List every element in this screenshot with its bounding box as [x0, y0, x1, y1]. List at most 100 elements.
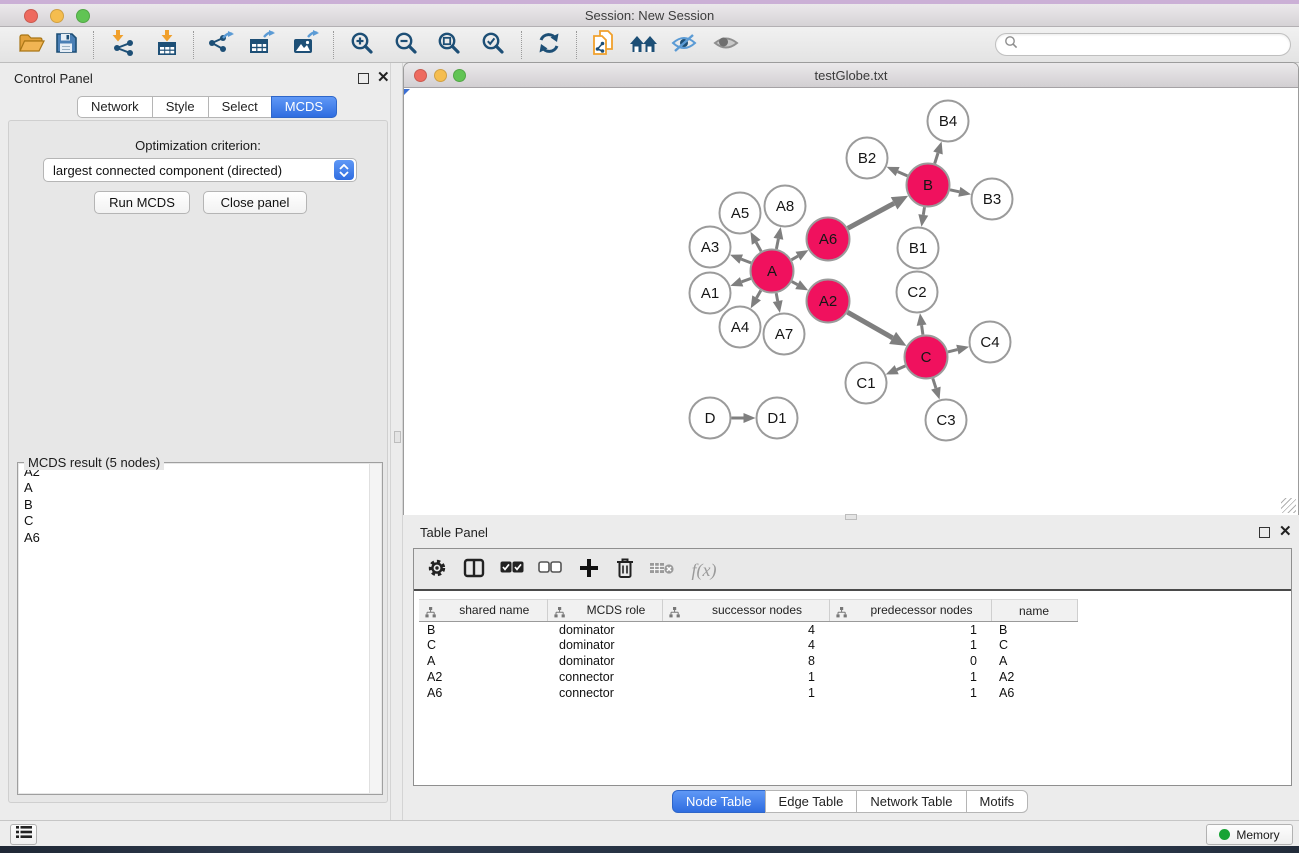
tab-mcds[interactable]: MCDS [271, 96, 337, 118]
graph-node-C[interactable]: C [905, 336, 948, 379]
graph-node-A4[interactable]: A4 [720, 307, 761, 348]
window-resize-grip[interactable] [1281, 498, 1296, 513]
table-tab-edge-table[interactable]: Edge Table [765, 790, 858, 813]
refresh-view-button[interactable] [531, 29, 567, 61]
graph-node-B1[interactable]: B1 [898, 228, 939, 269]
app-titlebar[interactable]: Session: New Session [0, 4, 1299, 27]
table-cell[interactable]: C [991, 637, 1077, 653]
search-input[interactable] [1023, 38, 1282, 52]
show-panels-button[interactable] [708, 29, 744, 61]
network-canvas-svg[interactable]: B4B2BB3A5A8A6B1A3AA1C2A2A4A7C4CC1C3DD1 [404, 89, 1298, 515]
graph-node-C4[interactable]: C4 [970, 322, 1011, 363]
graph-node-C2[interactable]: C2 [897, 272, 938, 313]
zoom-out-button[interactable] [388, 29, 424, 61]
result-item[interactable]: B [19, 497, 381, 513]
table-cell[interactable]: A2 [991, 669, 1077, 685]
tab-style[interactable]: Style [152, 96, 209, 118]
table-cell[interactable]: B [991, 622, 1077, 638]
table-settings-button[interactable] [422, 556, 452, 584]
graph-node-A8[interactable]: A8 [765, 186, 806, 227]
column-header-shared-name[interactable]: shared name [419, 600, 547, 622]
graph-edge-B-B4[interactable] [935, 153, 938, 164]
table-cell[interactable]: 0 [829, 653, 991, 669]
result-item[interactable]: C [19, 513, 381, 529]
table-cell[interactable]: 1 [829, 637, 991, 653]
horizontal-splitter-handle[interactable] [845, 514, 857, 520]
graph-edge-A-A5[interactable] [756, 242, 761, 251]
graph-edge-A6-B[interactable] [848, 203, 894, 228]
column-header-predecessor-nodes[interactable]: predecessor nodes [829, 600, 991, 622]
graph-edge-C-C4[interactable] [948, 350, 958, 352]
export-network-button[interactable] [202, 29, 238, 61]
run-mcds-button[interactable]: Run MCDS [94, 191, 190, 214]
table-cell[interactable]: B [419, 622, 547, 638]
table-cell[interactable]: A2 [419, 669, 547, 685]
graph-node-B4[interactable]: B4 [928, 101, 969, 142]
result-item[interactable]: A [19, 480, 381, 496]
graph-node-A2[interactable]: A2 [807, 280, 850, 323]
memory-button[interactable]: Memory [1206, 824, 1293, 845]
import-table-button[interactable] [149, 29, 185, 61]
task-history-button[interactable] [10, 824, 37, 845]
graph-edge-A-A3[interactable] [741, 259, 751, 263]
column-header-name[interactable]: name [991, 600, 1077, 622]
table-cell[interactable]: 8 [662, 653, 829, 669]
table-tab-node-table[interactable]: Node Table [672, 790, 766, 813]
open-session-button[interactable] [13, 29, 49, 61]
network-canvas[interactable]: B4B2BB3A5A8A6B1A3AA1C2A2A4A7C4CC1C3DD1 [404, 89, 1298, 515]
graph-edge-A-A6[interactable] [792, 256, 799, 260]
graph-edge-A-A8[interactable] [776, 239, 778, 249]
zoom-fit-button[interactable] [431, 29, 467, 61]
graph-edge-C-C1[interactable] [897, 366, 906, 370]
criterion-dropdown[interactable]: largest connected component (directed) [43, 158, 357, 182]
table-cell[interactable]: C [419, 637, 547, 653]
table-cell[interactable]: 4 [662, 622, 829, 638]
graph-edge-C-C2[interactable] [922, 325, 923, 335]
graph-node-D1[interactable]: D1 [757, 398, 798, 439]
graph-node-A[interactable]: A [751, 250, 794, 293]
table-tab-network-table[interactable]: Network Table [856, 790, 966, 813]
graph-node-B[interactable]: B [907, 164, 950, 207]
table-row[interactable]: Cdominator41C [419, 637, 1077, 653]
graph-node-A3[interactable]: A3 [690, 227, 731, 268]
deselect-all-button[interactable] [535, 556, 565, 584]
import-network-button[interactable] [105, 29, 141, 61]
delete-table-button[interactable] [647, 556, 677, 584]
close-panel-button[interactable]: Close panel [203, 191, 307, 214]
graph-edge-A-A2[interactable] [792, 282, 798, 285]
graph-node-D[interactable]: D [690, 398, 731, 439]
table-cell[interactable]: 4 [662, 637, 829, 653]
duplicate-network-button[interactable] [586, 29, 622, 61]
save-session-button[interactable] [48, 29, 84, 61]
table-cell[interactable]: 1 [829, 622, 991, 638]
table-cell[interactable]: connector [547, 685, 662, 701]
table-cell[interactable]: A [991, 653, 1077, 669]
table-cell[interactable]: dominator [547, 622, 662, 638]
split-table-button[interactable] [459, 556, 489, 584]
table-cell[interactable]: 1 [662, 685, 829, 701]
table-cell[interactable]: 1 [829, 669, 991, 685]
table-cell[interactable]: A6 [419, 685, 547, 701]
table-cell[interactable]: dominator [547, 637, 662, 653]
result-scrollbar[interactable] [369, 464, 381, 793]
result-item[interactable]: A6 [19, 530, 381, 546]
graph-node-A6[interactable]: A6 [807, 218, 850, 261]
graph-edge-A-A7[interactable] [776, 293, 778, 301]
vertical-splitter-handle[interactable] [394, 431, 401, 443]
table-cell[interactable]: A [419, 653, 547, 669]
graph-node-B3[interactable]: B3 [972, 179, 1013, 220]
function-builder-button[interactable]: f(x) [689, 556, 719, 584]
table-cell[interactable]: 1 [829, 685, 991, 701]
table-panel-close-button[interactable]: ✕ [1279, 526, 1292, 537]
table-tab-motifs[interactable]: Motifs [966, 790, 1029, 813]
column-header-successor-nodes[interactable]: successor nodes [662, 600, 829, 622]
export-table-button[interactable] [244, 29, 280, 61]
create-column-button[interactable] [574, 556, 604, 584]
tab-network[interactable]: Network [77, 96, 153, 118]
graph-node-A1[interactable]: A1 [690, 273, 731, 314]
graph-node-B2[interactable]: B2 [847, 138, 888, 179]
table-cell[interactable]: connector [547, 669, 662, 685]
delete-column-button[interactable] [610, 556, 640, 584]
graph-node-A7[interactable]: A7 [764, 314, 805, 355]
control-panel-float-button[interactable] [358, 73, 369, 84]
